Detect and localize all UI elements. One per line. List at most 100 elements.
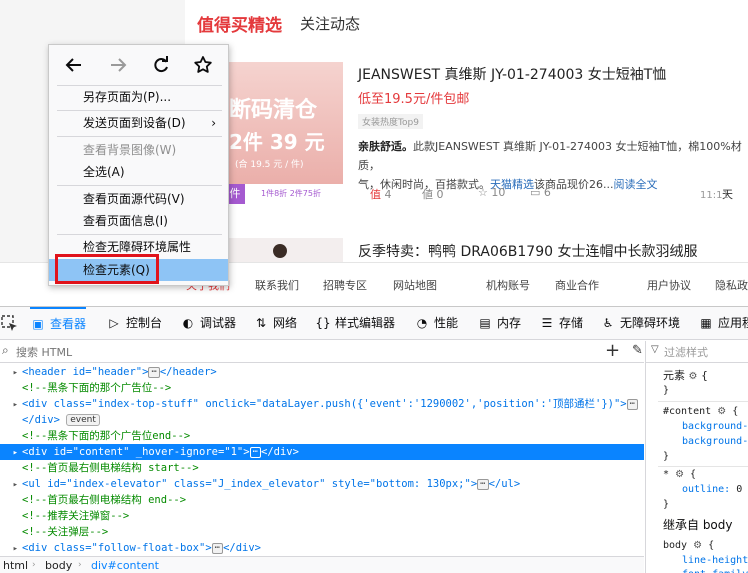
- rule-prop[interactable]: line-height: [682, 553, 748, 568]
- html-search-bar: ⌕ + ✎: [0, 340, 644, 363]
- collapsed-ellipsis[interactable]: ⋯: [211, 542, 224, 554]
- filter-icon: ▽: [651, 344, 659, 355]
- thumb-price: 2件 39 元: [229, 130, 325, 154]
- collapsed-ellipsis[interactable]: ⋯: [477, 478, 489, 490]
- tab-console[interactable]: ▷ 控制台: [106, 307, 162, 340]
- breadcrumb-html[interactable]: html: [3, 557, 28, 573]
- footer-link-privacy[interactable]: 隐私政: [715, 277, 748, 293]
- footer-link-contact[interactable]: 联系我们: [255, 277, 299, 293]
- tab-style-editor[interactable]: {} 样式编辑器: [315, 307, 395, 340]
- expand-triangle-icon[interactable]: ▸: [0, 445, 22, 460]
- product-thumbnail[interactable]: 断码清仓 2件 39 元 (合 19.5 元 / 件) 件 1件8折 2件75折: [225, 62, 343, 204]
- product-price[interactable]: 低至19.5元/件包邮: [358, 88, 469, 107]
- expand-triangle-icon[interactable]: ▸: [0, 477, 22, 492]
- tab-performance[interactable]: ◔ 性能: [414, 307, 458, 340]
- rule-body[interactable]: body ⚙ {: [663, 538, 714, 553]
- menu-select-all[interactable]: 全选(A): [49, 161, 228, 183]
- favorite-button[interactable]: ☆ 10: [478, 186, 505, 199]
- breadcrumb-body[interactable]: body: [45, 557, 72, 573]
- bookmark-button[interactable]: [190, 53, 216, 77]
- comment-button[interactable]: ▭ 6: [530, 186, 551, 199]
- dislike-button[interactable]: 値 0: [422, 186, 444, 202]
- footer-link-terms[interactable]: 用户协议: [647, 277, 691, 293]
- markup-comment[interactable]: <!--推荐关注弹窗-->: [0, 508, 644, 524]
- product-title[interactable]: JEANSWEST 真维斯 JY-01-274003 女士短袖T恤: [358, 64, 666, 84]
- markup-comment[interactable]: <!--首页最右侧电梯结构 start-->: [0, 460, 644, 476]
- footer-link-jobs[interactable]: 招聘专区: [323, 277, 367, 293]
- comment-text: <!--首页最右侧电梯结构 end-->: [22, 494, 187, 506]
- markup-node-follow-box[interactable]: ▸ <div class="follow-float-box"> ⋯ </div>: [0, 540, 644, 556]
- markup-comment[interactable]: <!--关注弹层-->: [0, 524, 644, 540]
- expand-triangle-icon[interactable]: ▸: [0, 541, 22, 556]
- expand-triangle-icon[interactable]: ▸: [0, 365, 22, 380]
- gear-icon[interactable]: ⚙: [693, 540, 702, 551]
- like-button[interactable]: 值 4: [370, 186, 392, 202]
- markup-node-top-stuff[interactable]: ▸ <div class="index-top-stuff" onclick="d…: [0, 396, 644, 412]
- node-top-stuff-text: <div class="index-top-stuff" onclick="da…: [22, 398, 627, 410]
- collapsed-ellipsis[interactable]: ⋯: [626, 398, 639, 410]
- gear-icon[interactable]: ⚙: [689, 371, 698, 382]
- collapsed-ellipsis[interactable]: ⋯: [148, 366, 160, 378]
- product-title-2[interactable]: 反季特卖：鸭鸭 DRA06B1790 女士连帽中长款羽绒服: [358, 241, 697, 261]
- event-badge[interactable]: event: [66, 414, 100, 426]
- tab-network[interactable]: ⇅ 网络: [253, 307, 297, 340]
- forward-button[interactable]: [105, 53, 131, 77]
- markup-node-header[interactable]: ▸ <header id="header"> ⋯ </header>: [0, 364, 644, 380]
- footer-link-org[interactable]: 机构账号: [486, 277, 530, 293]
- reload-button[interactable]: [148, 53, 174, 77]
- like-count: 4: [384, 188, 392, 201]
- add-node-button[interactable]: +: [605, 340, 620, 361]
- markup-node-elevator[interactable]: ▸ <ul id="index-elevator" class="J_index_…: [0, 476, 644, 492]
- rule-content[interactable]: #content ⚙ {: [663, 404, 738, 419]
- menu-view-page-info[interactable]: 查看页面信息(I): [49, 210, 228, 232]
- tab-memory[interactable]: ▤ 内存: [477, 307, 521, 340]
- application-icon: ▦: [700, 316, 712, 330]
- tab-debugger[interactable]: ◐ 调试器: [180, 307, 236, 340]
- tab-following[interactable]: 关注动态: [300, 13, 360, 34]
- markup-node-close-div[interactable]: </div> event: [0, 412, 644, 428]
- menu-separator: [57, 185, 222, 186]
- markup-node-content-selected[interactable]: ▸ <div id="content" _hover-ignore="1"> ⋯ </…: [0, 444, 644, 460]
- menu-view-page-source[interactable]: 查看页面源代码(V): [49, 188, 228, 210]
- thumb-promo-bar: 件 1件8折 2件75折: [225, 184, 343, 204]
- comment-text: <!--推荐关注弹窗-->: [22, 510, 130, 522]
- html-search-input[interactable]: [16, 344, 576, 360]
- collapsed-ellipsis[interactable]: ⋯: [249, 446, 261, 458]
- menu-save-page-as[interactable]: 另存页面为(P)...: [49, 86, 228, 108]
- markup-comment[interactable]: <!--黑条下面的那个广告位end-->: [0, 428, 644, 444]
- markup-comment[interactable]: <!--首页最右侧电梯结构 end-->: [0, 492, 644, 508]
- context-menu: 另存页面为(P)... 发送页面到设备(D) › 查看背景图像(W) 全选(A) …: [48, 44, 229, 286]
- tab-storage[interactable]: ☰ 存储: [539, 307, 583, 340]
- rule-element[interactable]: 元素 ⚙ {: [663, 368, 708, 383]
- markup-comment[interactable]: <!--黑条下面的那个广告位-->: [0, 380, 644, 396]
- element-picker-button[interactable]: [0, 307, 22, 340]
- menu-send-page-to-device[interactable]: 发送页面到设备(D) ›: [49, 112, 228, 134]
- thumb-unit-price: (合 19.5 元 / 件): [235, 160, 304, 170]
- tab-application[interactable]: ▦ 应用程: [698, 307, 748, 340]
- markup-view: ⌕ + ✎ ▸<header id="header">⋯</header> <!…: [0, 340, 644, 573]
- tab-featured[interactable]: 值得买精选: [197, 11, 282, 36]
- expand-triangle-icon[interactable]: ▸: [0, 397, 22, 412]
- rule-prop[interactable]: background-: [682, 419, 748, 434]
- desc-bold: 亲肤舒适。: [358, 140, 413, 153]
- rule-close-brace: }: [663, 451, 670, 462]
- rule-prop[interactable]: outline: 0: [682, 482, 742, 497]
- rule-prop[interactable]: background-: [682, 434, 748, 449]
- eyedropper-icon[interactable]: ✎: [632, 343, 643, 358]
- tab-inspector[interactable]: ▣ 查看器: [30, 307, 87, 340]
- footer-link-business[interactable]: 商业合作: [555, 277, 599, 293]
- rule-universal[interactable]: * ⚙ {: [663, 467, 696, 482]
- tab-network-label: 网络: [273, 316, 298, 330]
- debugger-icon: ◐: [182, 316, 194, 330]
- rule-prop[interactable]: font-family: [682, 567, 748, 573]
- desc-text: 此款JEANSWEST 真维斯 JY-01-274003 女士短袖T恤，棉100…: [358, 140, 742, 172]
- gear-icon[interactable]: ⚙: [675, 469, 684, 480]
- tab-accessibility[interactable]: ♿ 无障碍环境: [600, 307, 680, 340]
- footer-link-sitemap[interactable]: 网站地图: [393, 277, 437, 293]
- product-tag[interactable]: 女装热度Top9: [358, 114, 423, 129]
- back-button[interactable]: [61, 53, 87, 77]
- gear-icon[interactable]: ⚙: [717, 406, 726, 417]
- breadcrumb-div-content[interactable]: div#content: [91, 557, 159, 573]
- rule-prop-value[interactable]: 0: [736, 484, 742, 495]
- style-filter-input[interactable]: 过滤样式: [664, 344, 708, 360]
